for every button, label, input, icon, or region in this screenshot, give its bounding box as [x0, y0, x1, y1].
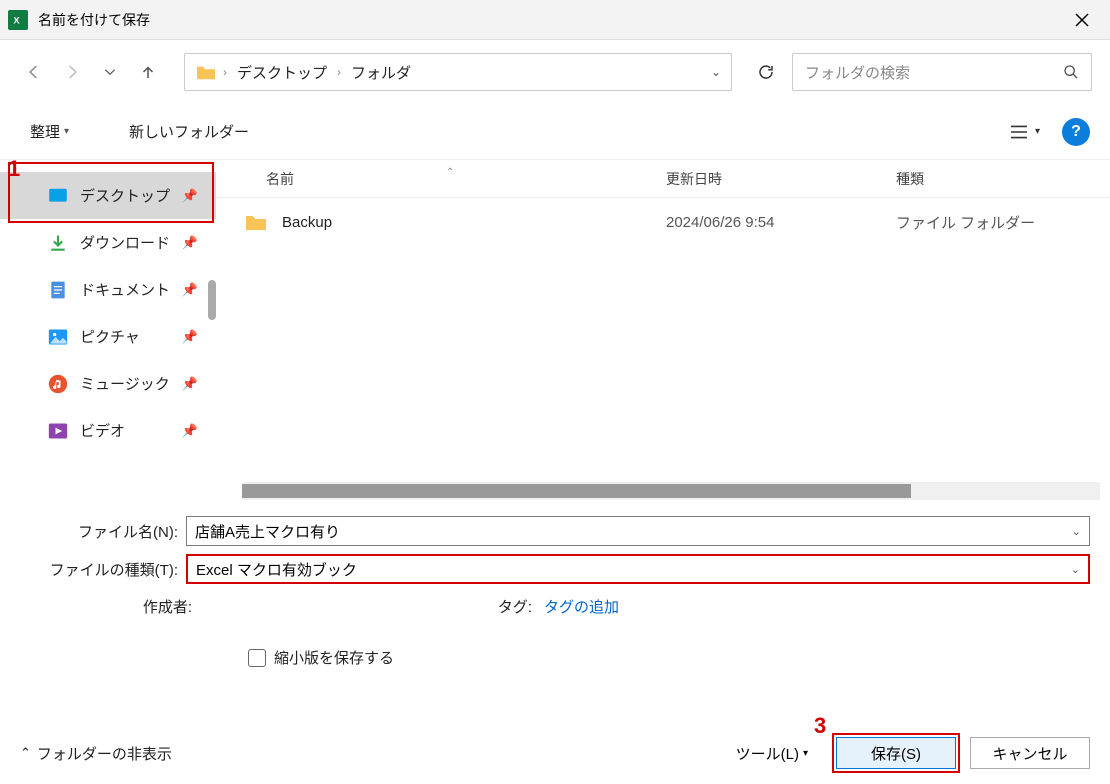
tag-label: タグ:: [464, 596, 544, 617]
add-tag-link[interactable]: タグの追加: [544, 596, 619, 617]
filetype-select[interactable]: Excel マクロ有効ブック ⌄: [186, 554, 1090, 584]
column-header-date[interactable]: 更新日時: [666, 169, 896, 189]
file-name: Backup: [282, 214, 666, 231]
close-button[interactable]: [1062, 0, 1102, 40]
pin-icon[interactable]: 📌: [182, 329, 198, 345]
chevron-down-icon: ▾: [803, 748, 808, 759]
dialog-footer: ⌃ フォルダーの非表示 ツール(L) ▾ 3 保存(S) キャンセル: [0, 722, 1110, 784]
toolbar: 整理 ▾ 新しいフォルダー ▾ ?: [0, 104, 1110, 160]
chevron-down-icon[interactable]: ⌄: [711, 65, 721, 79]
chevron-up-icon: ⌃: [20, 745, 31, 761]
new-folder-button[interactable]: 新しいフォルダー: [119, 115, 259, 148]
pin-icon[interactable]: 📌: [182, 188, 198, 204]
sidebar-item-label: ピクチャ: [80, 326, 140, 347]
author-label: 作成者:: [20, 596, 204, 617]
video-icon: [48, 421, 68, 441]
content-area: 1 デスクトップ 📌 ダウンロード 📌 ドキュメント 📌: [0, 160, 1110, 500]
title-bar: X 名前を付けて保存: [0, 0, 1110, 40]
picture-icon: [48, 327, 68, 347]
tools-menu[interactable]: ツール(L) ▾: [736, 743, 808, 764]
cancel-button[interactable]: キャンセル: [970, 737, 1090, 769]
sidebar-item-label: デスクトップ: [80, 185, 170, 206]
excel-app-icon: X: [8, 10, 28, 30]
svg-text:X: X: [13, 15, 20, 25]
chevron-down-icon[interactable]: ⌄: [1071, 563, 1080, 576]
sidebar-item-label: ダウンロード: [80, 232, 170, 253]
chevron-down-icon: ▾: [1035, 126, 1040, 137]
sidebar-item-label: ビデオ: [80, 420, 125, 441]
chevron-right-icon: ›: [223, 65, 227, 79]
pin-icon[interactable]: 📌: [182, 423, 198, 439]
refresh-button[interactable]: [746, 53, 786, 91]
search-placeholder: フォルダの検索: [805, 62, 910, 83]
breadcrumb-item[interactable]: デスクトップ: [233, 62, 331, 83]
sidebar-item-label: ミュージック: [80, 373, 170, 394]
navigation-bar: › デスクトップ › フォルダ ⌄ フォルダの検索: [0, 40, 1110, 104]
pin-icon[interactable]: 📌: [182, 282, 198, 298]
chevron-right-icon: ›: [337, 65, 341, 79]
save-thumbnail-checkbox[interactable]: 縮小版を保存する: [248, 647, 1090, 668]
file-type: ファイル フォルダー: [896, 212, 1035, 233]
save-button[interactable]: 保存(S): [836, 737, 956, 769]
sidebar-item-downloads[interactable]: ダウンロード 📌: [0, 219, 216, 266]
scrollbar-thumb[interactable]: [242, 484, 911, 498]
column-header-name[interactable]: 名前 ⌃: [266, 169, 666, 189]
list-view-icon: [1009, 124, 1029, 140]
desktop-icon: [48, 186, 68, 206]
forward-button[interactable]: [56, 56, 88, 88]
sidebar-scrollbar-thumb[interactable]: [208, 280, 216, 320]
chevron-down-icon: ▾: [64, 126, 69, 137]
sidebar-item-videos[interactable]: ビデオ 📌: [0, 407, 216, 454]
sidebar-item-documents[interactable]: ドキュメント 📌: [0, 266, 216, 313]
organize-menu[interactable]: 整理 ▾: [20, 115, 79, 148]
pin-icon[interactable]: 📌: [182, 376, 198, 392]
sidebar-item-desktop[interactable]: デスクトップ 📌: [0, 172, 216, 219]
up-button[interactable]: [132, 56, 164, 88]
file-list-header: 名前 ⌃ 更新日時 種類: [216, 160, 1110, 198]
window-title: 名前を付けて保存: [38, 10, 150, 30]
file-row[interactable]: Backup 2024/06/26 9:54 ファイル フォルダー: [216, 198, 1110, 246]
file-date: 2024/06/26 9:54: [666, 214, 896, 231]
search-input[interactable]: フォルダの検索: [792, 53, 1092, 91]
hide-folders-toggle[interactable]: ⌃ フォルダーの非表示: [20, 743, 172, 764]
chevron-down-icon[interactable]: ⌄: [1072, 525, 1081, 538]
save-form: ファイル名(N): 店舗A売上マクロ有り ⌄ ファイルの種類(T): Excel…: [0, 500, 1110, 668]
download-icon: [48, 233, 68, 253]
annotation-number-3: 3: [814, 713, 826, 739]
folder-icon: [244, 212, 268, 232]
address-bar[interactable]: › デスクトップ › フォルダ ⌄: [184, 53, 732, 91]
music-icon: [48, 374, 68, 394]
sidebar-item-label: ドキュメント: [80, 279, 170, 300]
filename-input[interactable]: 店舗A売上マクロ有り ⌄: [186, 516, 1090, 546]
sidebar-item-pictures[interactable]: ピクチャ 📌: [0, 313, 216, 360]
folder-icon: [195, 63, 217, 81]
horizontal-scrollbar[interactable]: [242, 482, 1100, 500]
filename-label: ファイル名(N):: [20, 521, 186, 542]
search-icon: [1063, 64, 1079, 80]
column-header-type[interactable]: 種類: [896, 169, 1110, 189]
sort-indicator-icon: ⌃: [446, 167, 454, 178]
document-icon: [48, 280, 68, 300]
back-button[interactable]: [18, 56, 50, 88]
help-button[interactable]: ?: [1062, 118, 1090, 146]
pin-icon[interactable]: 📌: [182, 235, 198, 251]
recent-dropdown[interactable]: [94, 56, 126, 88]
filetype-label: ファイルの種類(T):: [20, 559, 186, 580]
view-options-button[interactable]: ▾: [999, 118, 1050, 146]
breadcrumb-item[interactable]: フォルダ: [347, 62, 415, 83]
annotation-number-1: 1: [8, 156, 20, 182]
sidebar-item-music[interactable]: ミュージック 📌: [0, 360, 216, 407]
file-list: 名前 ⌃ 更新日時 種類 Backup 2024/06/26 9:54 ファイル…: [216, 160, 1110, 500]
sidebar: 1 デスクトップ 📌 ダウンロード 📌 ドキュメント 📌: [0, 160, 216, 500]
checkbox-icon[interactable]: [248, 649, 266, 667]
author-value[interactable]: ​: [204, 598, 464, 615]
